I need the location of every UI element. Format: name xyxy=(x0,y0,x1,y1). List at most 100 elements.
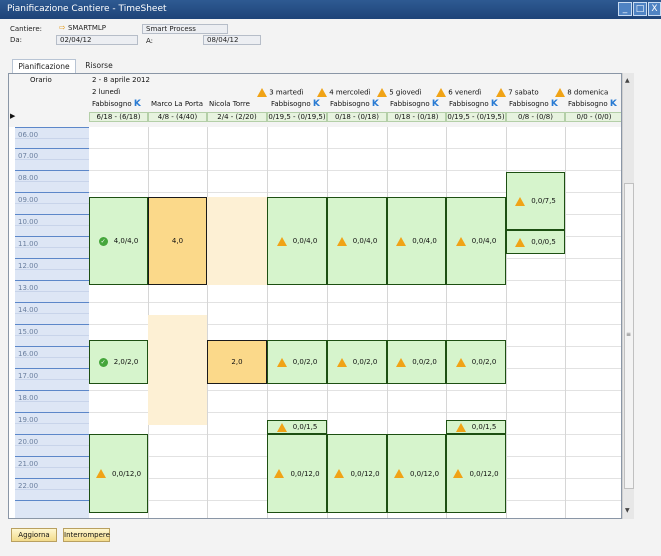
event-sat-2[interactable]: 0,0/0,5 xyxy=(506,230,565,254)
maximize-button[interactable]: □ xyxy=(633,2,647,16)
half-hour-line xyxy=(15,247,89,248)
warning-icon xyxy=(257,88,267,97)
half-hour-line xyxy=(15,489,89,490)
event-mon-afternoon[interactable]: ✓ 2,0/2,0 xyxy=(89,340,148,384)
column-fabbisogno-sun[interactable]: Fabbisogno K xyxy=(568,100,617,109)
vertical-scrollbar[interactable]: ▲ ≡ ▼ xyxy=(622,73,634,519)
warning-icon xyxy=(515,237,526,247)
event-wed-evening[interactable]: 0,0/12,0 xyxy=(327,434,387,513)
column-fabbisogno-wed[interactable]: Fabbisogno K xyxy=(330,100,379,109)
event-fri-evening-short[interactable]: 0,0/1,5 xyxy=(446,420,506,434)
half-hour-line xyxy=(15,357,89,358)
event-fri-evening[interactable]: 0,0/12,0 xyxy=(446,434,506,513)
warning-icon xyxy=(396,236,407,246)
grid-row-line xyxy=(89,302,621,303)
k-icon[interactable]: K xyxy=(610,99,617,109)
warning-icon xyxy=(455,357,466,367)
tab-risorse[interactable]: Risorse xyxy=(79,59,119,73)
event-nicola-afternoon[interactable]: 2,0 xyxy=(207,340,267,384)
a-field[interactable]: 08/04/12 xyxy=(203,35,261,45)
minimize-button[interactable]: _ xyxy=(618,2,632,16)
summary-nicola-torre: 2/4 - (2/20) xyxy=(207,112,267,122)
grid-row-line xyxy=(89,170,621,171)
warning-icon xyxy=(515,196,526,206)
summary-fabbisogno-tue: 0/19,5 - (0/19,5) xyxy=(267,112,327,122)
half-hour-line xyxy=(15,181,89,182)
tab-strip: Pianificazione Risorse xyxy=(0,59,661,73)
event-thu-morning[interactable]: 0,0/4,0 xyxy=(387,197,446,285)
day-header-sun: 8 domenica xyxy=(555,88,608,98)
warning-icon xyxy=(496,88,506,97)
scroll-up-icon[interactable]: ▲ xyxy=(625,77,630,84)
cantiere-code: SMARTMLP xyxy=(67,24,106,32)
k-icon[interactable]: K xyxy=(432,99,439,109)
row-pointer-icon: ▶ xyxy=(10,112,16,120)
k-icon[interactable]: K xyxy=(134,99,141,109)
event-sat-1[interactable]: 0,0/7,5 xyxy=(506,172,565,230)
event-mon-evening[interactable]: 0,0/12,0 xyxy=(89,434,148,513)
event-mon-morning[interactable]: ✓ 4,0/4,0 xyxy=(89,197,148,285)
warning-icon xyxy=(377,88,387,97)
k-icon[interactable]: K xyxy=(372,99,379,109)
event-wed-afternoon[interactable]: 0,0/2,0 xyxy=(327,340,387,384)
warning-icon xyxy=(393,469,404,478)
tab-pianificazione[interactable]: Pianificazione xyxy=(12,59,76,73)
half-hour-line xyxy=(15,423,89,424)
event-tue-morning[interactable]: 0,0/4,0 xyxy=(267,197,327,285)
event-tue-evening[interactable]: 0,0/12,0 xyxy=(267,434,327,513)
event-marco-afternoon-placeholder[interactable] xyxy=(148,315,207,425)
cantiere-code-field[interactable]: ⇨ SMARTMLP xyxy=(56,24,136,34)
half-hour-line xyxy=(15,269,89,270)
aggiorna-button[interactable]: Aggiorna xyxy=(11,528,57,542)
da-field[interactable]: 02/04/12 xyxy=(56,35,138,45)
column-fabbisogno-thu[interactable]: Fabbisogno K xyxy=(390,100,439,109)
cantiere-name-field: Smart Process xyxy=(142,24,228,34)
event-wed-morning[interactable]: 0,0/4,0 xyxy=(327,197,387,285)
warning-icon xyxy=(274,469,285,478)
day-header-wed: 4 mercoledì xyxy=(317,88,371,98)
event-thu-evening[interactable]: 0,0/12,0 xyxy=(387,434,446,513)
event-fri-afternoon[interactable]: 0,0/2,0 xyxy=(446,340,506,384)
event-marco-morning[interactable]: 4,0 xyxy=(148,197,207,285)
column-marco-la-porta[interactable]: Marco La Porta xyxy=(151,100,203,109)
half-hour-line xyxy=(15,138,89,139)
check-icon: ✓ xyxy=(98,236,108,246)
summary-fabbisogno-fri: 0/19,5 - (0/19,5) xyxy=(446,112,506,122)
cantiere-label: Cantiere: xyxy=(10,25,42,33)
da-label: Da: xyxy=(10,36,23,44)
warning-icon xyxy=(95,469,106,478)
column-fabbisogno-tue[interactable]: Fabbisogno K xyxy=(271,100,320,109)
k-icon[interactable]: K xyxy=(551,99,558,109)
column-nicola-torre[interactable]: Nicola Torre xyxy=(209,100,250,109)
half-hour-line xyxy=(15,159,89,160)
grid-header: Orario 2 - 8 aprile 2012 2 lunedì 3 mart… xyxy=(9,74,621,127)
hour-23 xyxy=(15,500,89,518)
half-hour-line xyxy=(15,379,89,380)
event-fri-morning[interactable]: 0,0/4,0 xyxy=(446,197,506,285)
summary-fabbisogno-wed: 0/18 - (0/18) xyxy=(327,112,387,122)
close-button[interactable]: X xyxy=(648,2,661,16)
event-tue-evening-short[interactable]: 0,0/1,5 xyxy=(267,420,327,434)
summary-fabbisogno-thu: 0/18 - (0/18) xyxy=(387,112,446,122)
k-icon[interactable]: K xyxy=(313,99,320,109)
day-header-sat: 7 sabato xyxy=(496,88,539,98)
column-fabbisogno-mon[interactable]: Fabbisogno K xyxy=(92,100,141,109)
scroll-down-icon[interactable]: ▼ xyxy=(625,507,630,514)
column-fabbisogno-sat[interactable]: Fabbisogno K xyxy=(509,100,558,109)
event-tue-afternoon[interactable]: 0,0/2,0 xyxy=(267,340,327,384)
warning-icon xyxy=(453,469,464,478)
link-arrow-icon[interactable]: ⇨ xyxy=(59,24,66,32)
column-fabbisogno-fri[interactable]: Fabbisogno K xyxy=(449,100,498,109)
warning-icon xyxy=(334,469,345,478)
scroll-grip-icon: ≡ xyxy=(626,331,632,338)
column-divider xyxy=(565,127,566,518)
half-hour-line xyxy=(15,313,89,314)
day-header-thu: 5 giovedì xyxy=(377,88,421,98)
warning-icon xyxy=(276,357,287,367)
half-hour-line xyxy=(15,291,89,292)
interrompere-button[interactable]: Interrompere xyxy=(63,528,110,542)
event-thu-afternoon[interactable]: 0,0/2,0 xyxy=(387,340,446,384)
warning-icon xyxy=(436,88,446,97)
event-nicola-morning-placeholder[interactable] xyxy=(207,197,267,285)
k-icon[interactable]: K xyxy=(491,99,498,109)
